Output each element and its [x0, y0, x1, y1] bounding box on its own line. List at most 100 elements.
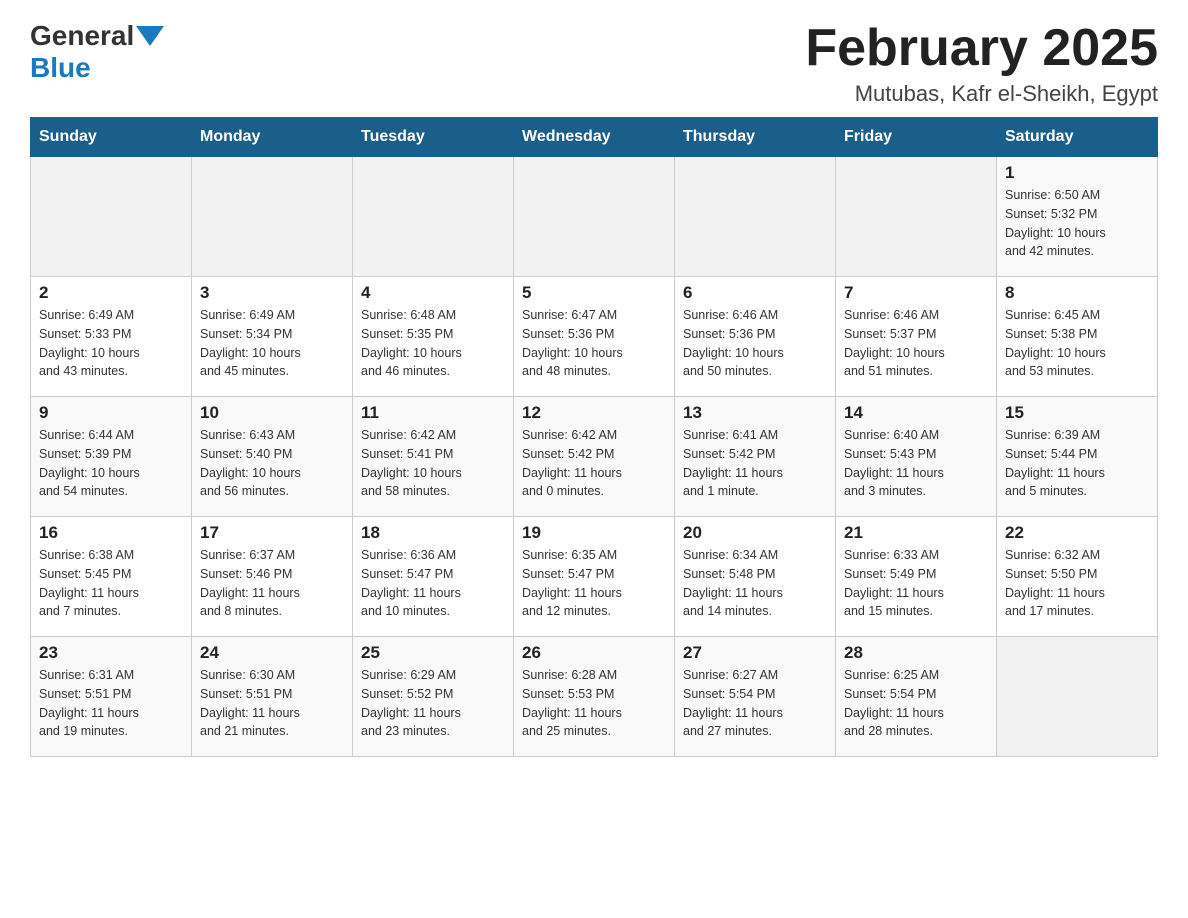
logo: General Blue: [30, 20, 166, 84]
day-sun-info: Sunrise: 6:27 AM Sunset: 5:54 PM Dayligh…: [683, 666, 827, 741]
day-sun-info: Sunrise: 6:33 AM Sunset: 5:49 PM Dayligh…: [844, 546, 988, 621]
calendar-header-row: SundayMondayTuesdayWednesdayThursdayFrid…: [31, 118, 1158, 157]
calendar-day-cell: 1 Sunrise: 6:50 AM Sunset: 5:32 PM Daylig…: [997, 157, 1158, 277]
day-sun-info: Sunrise: 6:38 AM Sunset: 5:45 PM Dayligh…: [39, 546, 183, 621]
calendar-day-cell: 6 Sunrise: 6:46 AM Sunset: 5:36 PM Daylig…: [675, 277, 836, 397]
day-number: 7: [844, 283, 988, 303]
day-sun-info: Sunrise: 6:25 AM Sunset: 5:54 PM Dayligh…: [844, 666, 988, 741]
calendar-day-cell: [31, 157, 192, 277]
calendar-week-row: 23 Sunrise: 6:31 AM Sunset: 5:51 PM Dayli…: [31, 637, 1158, 757]
day-number: 12: [522, 403, 666, 423]
calendar-day-cell: 15 Sunrise: 6:39 AM Sunset: 5:44 PM Dayli…: [997, 397, 1158, 517]
day-number: 4: [361, 283, 505, 303]
day-number: 24: [200, 643, 344, 663]
calendar-day-cell: 27 Sunrise: 6:27 AM Sunset: 5:54 PM Dayli…: [675, 637, 836, 757]
day-number: 20: [683, 523, 827, 543]
day-sun-info: Sunrise: 6:29 AM Sunset: 5:52 PM Dayligh…: [361, 666, 505, 741]
month-title: February 2025: [805, 20, 1158, 77]
day-number: 13: [683, 403, 827, 423]
calendar-day-cell: [836, 157, 997, 277]
day-sun-info: Sunrise: 6:44 AM Sunset: 5:39 PM Dayligh…: [39, 426, 183, 501]
day-number: 22: [1005, 523, 1149, 543]
calendar-day-cell: 11Sunrise: 6:42 AM Sunset: 5:41 PM Dayli…: [353, 397, 514, 517]
day-number: 21: [844, 523, 988, 543]
day-number: 23: [39, 643, 183, 663]
day-number: 1: [1005, 163, 1149, 183]
day-sun-info: Sunrise: 6:28 AM Sunset: 5:53 PM Dayligh…: [522, 666, 666, 741]
calendar-table: SundayMondayTuesdayWednesdayThursdayFrid…: [30, 117, 1158, 757]
calendar-day-cell: 8 Sunrise: 6:45 AM Sunset: 5:38 PM Daylig…: [997, 277, 1158, 397]
day-sun-info: Sunrise: 6:46 AM Sunset: 5:37 PM Dayligh…: [844, 306, 988, 381]
calendar-day-cell: 7 Sunrise: 6:46 AM Sunset: 5:37 PM Daylig…: [836, 277, 997, 397]
calendar-day-cell: 2Sunrise: 6:49 AM Sunset: 5:33 PM Daylig…: [31, 277, 192, 397]
calendar-day-cell: 3 Sunrise: 6:49 AM Sunset: 5:34 PM Daylig…: [192, 277, 353, 397]
calendar-day-cell: [192, 157, 353, 277]
calendar-day-cell: 22Sunrise: 6:32 AM Sunset: 5:50 PM Dayli…: [997, 517, 1158, 637]
day-sun-info: Sunrise: 6:31 AM Sunset: 5:51 PM Dayligh…: [39, 666, 183, 741]
calendar-day-cell: [514, 157, 675, 277]
logo-blue-text: Blue: [30, 52, 91, 83]
day-number: 9: [39, 403, 183, 423]
logo-general-text: General: [30, 20, 134, 52]
day-sun-info: Sunrise: 6:41 AM Sunset: 5:42 PM Dayligh…: [683, 426, 827, 501]
day-sun-info: Sunrise: 6:39 AM Sunset: 5:44 PM Dayligh…: [1005, 426, 1149, 501]
day-number: 14: [844, 403, 988, 423]
day-number: 26: [522, 643, 666, 663]
day-sun-info: Sunrise: 6:42 AM Sunset: 5:41 PM Dayligh…: [361, 426, 505, 501]
page-header: General Blue February 2025 Mutubas, Kafr…: [30, 20, 1158, 107]
day-sun-info: Sunrise: 6:30 AM Sunset: 5:51 PM Dayligh…: [200, 666, 344, 741]
calendar-day-cell: 4 Sunrise: 6:48 AM Sunset: 5:35 PM Daylig…: [353, 277, 514, 397]
day-number: 28: [844, 643, 988, 663]
day-sun-info: Sunrise: 6:43 AM Sunset: 5:40 PM Dayligh…: [200, 426, 344, 501]
day-number: 2: [39, 283, 183, 303]
calendar-day-cell: 19 Sunrise: 6:35 AM Sunset: 5:47 PM Dayli…: [514, 517, 675, 637]
day-number: 27: [683, 643, 827, 663]
calendar-day-cell: 26 Sunrise: 6:28 AM Sunset: 5:53 PM Dayli…: [514, 637, 675, 757]
calendar-day-cell: 9 Sunrise: 6:44 AM Sunset: 5:39 PM Daylig…: [31, 397, 192, 517]
day-of-week-header: Thursday: [675, 118, 836, 157]
calendar-week-row: 2Sunrise: 6:49 AM Sunset: 5:33 PM Daylig…: [31, 277, 1158, 397]
calendar-day-cell: 14 Sunrise: 6:40 AM Sunset: 5:43 PM Dayli…: [836, 397, 997, 517]
calendar-day-cell: [997, 637, 1158, 757]
calendar-day-cell: 17Sunrise: 6:37 AM Sunset: 5:46 PM Dayli…: [192, 517, 353, 637]
day-sun-info: Sunrise: 6:35 AM Sunset: 5:47 PM Dayligh…: [522, 546, 666, 621]
logo-triangle-icon: [136, 26, 164, 46]
title-area: February 2025 Mutubas, Kafr el-Sheikh, E…: [805, 20, 1158, 107]
calendar-day-cell: 24 Sunrise: 6:30 AM Sunset: 5:51 PM Dayli…: [192, 637, 353, 757]
day-sun-info: Sunrise: 6:49 AM Sunset: 5:34 PM Dayligh…: [200, 306, 344, 381]
day-number: 19: [522, 523, 666, 543]
calendar-day-cell: 10Sunrise: 6:43 AM Sunset: 5:40 PM Dayli…: [192, 397, 353, 517]
calendar-day-cell: 21 Sunrise: 6:33 AM Sunset: 5:49 PM Dayli…: [836, 517, 997, 637]
day-sun-info: Sunrise: 6:45 AM Sunset: 5:38 PM Dayligh…: [1005, 306, 1149, 381]
day-number: 16: [39, 523, 183, 543]
day-number: 3: [200, 283, 344, 303]
day-sun-info: Sunrise: 6:48 AM Sunset: 5:35 PM Dayligh…: [361, 306, 505, 381]
day-sun-info: Sunrise: 6:37 AM Sunset: 5:46 PM Dayligh…: [200, 546, 344, 621]
day-sun-info: Sunrise: 6:34 AM Sunset: 5:48 PM Dayligh…: [683, 546, 827, 621]
day-number: 15: [1005, 403, 1149, 423]
day-of-week-header: Sunday: [31, 118, 192, 157]
day-of-week-header: Friday: [836, 118, 997, 157]
day-sun-info: Sunrise: 6:50 AM Sunset: 5:32 PM Dayligh…: [1005, 186, 1149, 261]
day-number: 6: [683, 283, 827, 303]
day-sun-info: Sunrise: 6:46 AM Sunset: 5:36 PM Dayligh…: [683, 306, 827, 381]
day-number: 18: [361, 523, 505, 543]
calendar-day-cell: 5 Sunrise: 6:47 AM Sunset: 5:36 PM Daylig…: [514, 277, 675, 397]
calendar-day-cell: 23 Sunrise: 6:31 AM Sunset: 5:51 PM Dayli…: [31, 637, 192, 757]
calendar-day-cell: 18 Sunrise: 6:36 AM Sunset: 5:47 PM Dayli…: [353, 517, 514, 637]
calendar-day-cell: [353, 157, 514, 277]
day-number: 25: [361, 643, 505, 663]
calendar-day-cell: 16 Sunrise: 6:38 AM Sunset: 5:45 PM Dayli…: [31, 517, 192, 637]
calendar-day-cell: 20 Sunrise: 6:34 AM Sunset: 5:48 PM Dayli…: [675, 517, 836, 637]
day-sun-info: Sunrise: 6:36 AM Sunset: 5:47 PM Dayligh…: [361, 546, 505, 621]
calendar-week-row: 16 Sunrise: 6:38 AM Sunset: 5:45 PM Dayli…: [31, 517, 1158, 637]
day-number: 5: [522, 283, 666, 303]
day-of-week-header: Wednesday: [514, 118, 675, 157]
calendar-day-cell: 25 Sunrise: 6:29 AM Sunset: 5:52 PM Dayli…: [353, 637, 514, 757]
calendar-day-cell: [675, 157, 836, 277]
day-sun-info: Sunrise: 6:47 AM Sunset: 5:36 PM Dayligh…: [522, 306, 666, 381]
day-of-week-header: Monday: [192, 118, 353, 157]
day-sun-info: Sunrise: 6:40 AM Sunset: 5:43 PM Dayligh…: [844, 426, 988, 501]
day-number: 8: [1005, 283, 1149, 303]
day-of-week-header: Saturday: [997, 118, 1158, 157]
